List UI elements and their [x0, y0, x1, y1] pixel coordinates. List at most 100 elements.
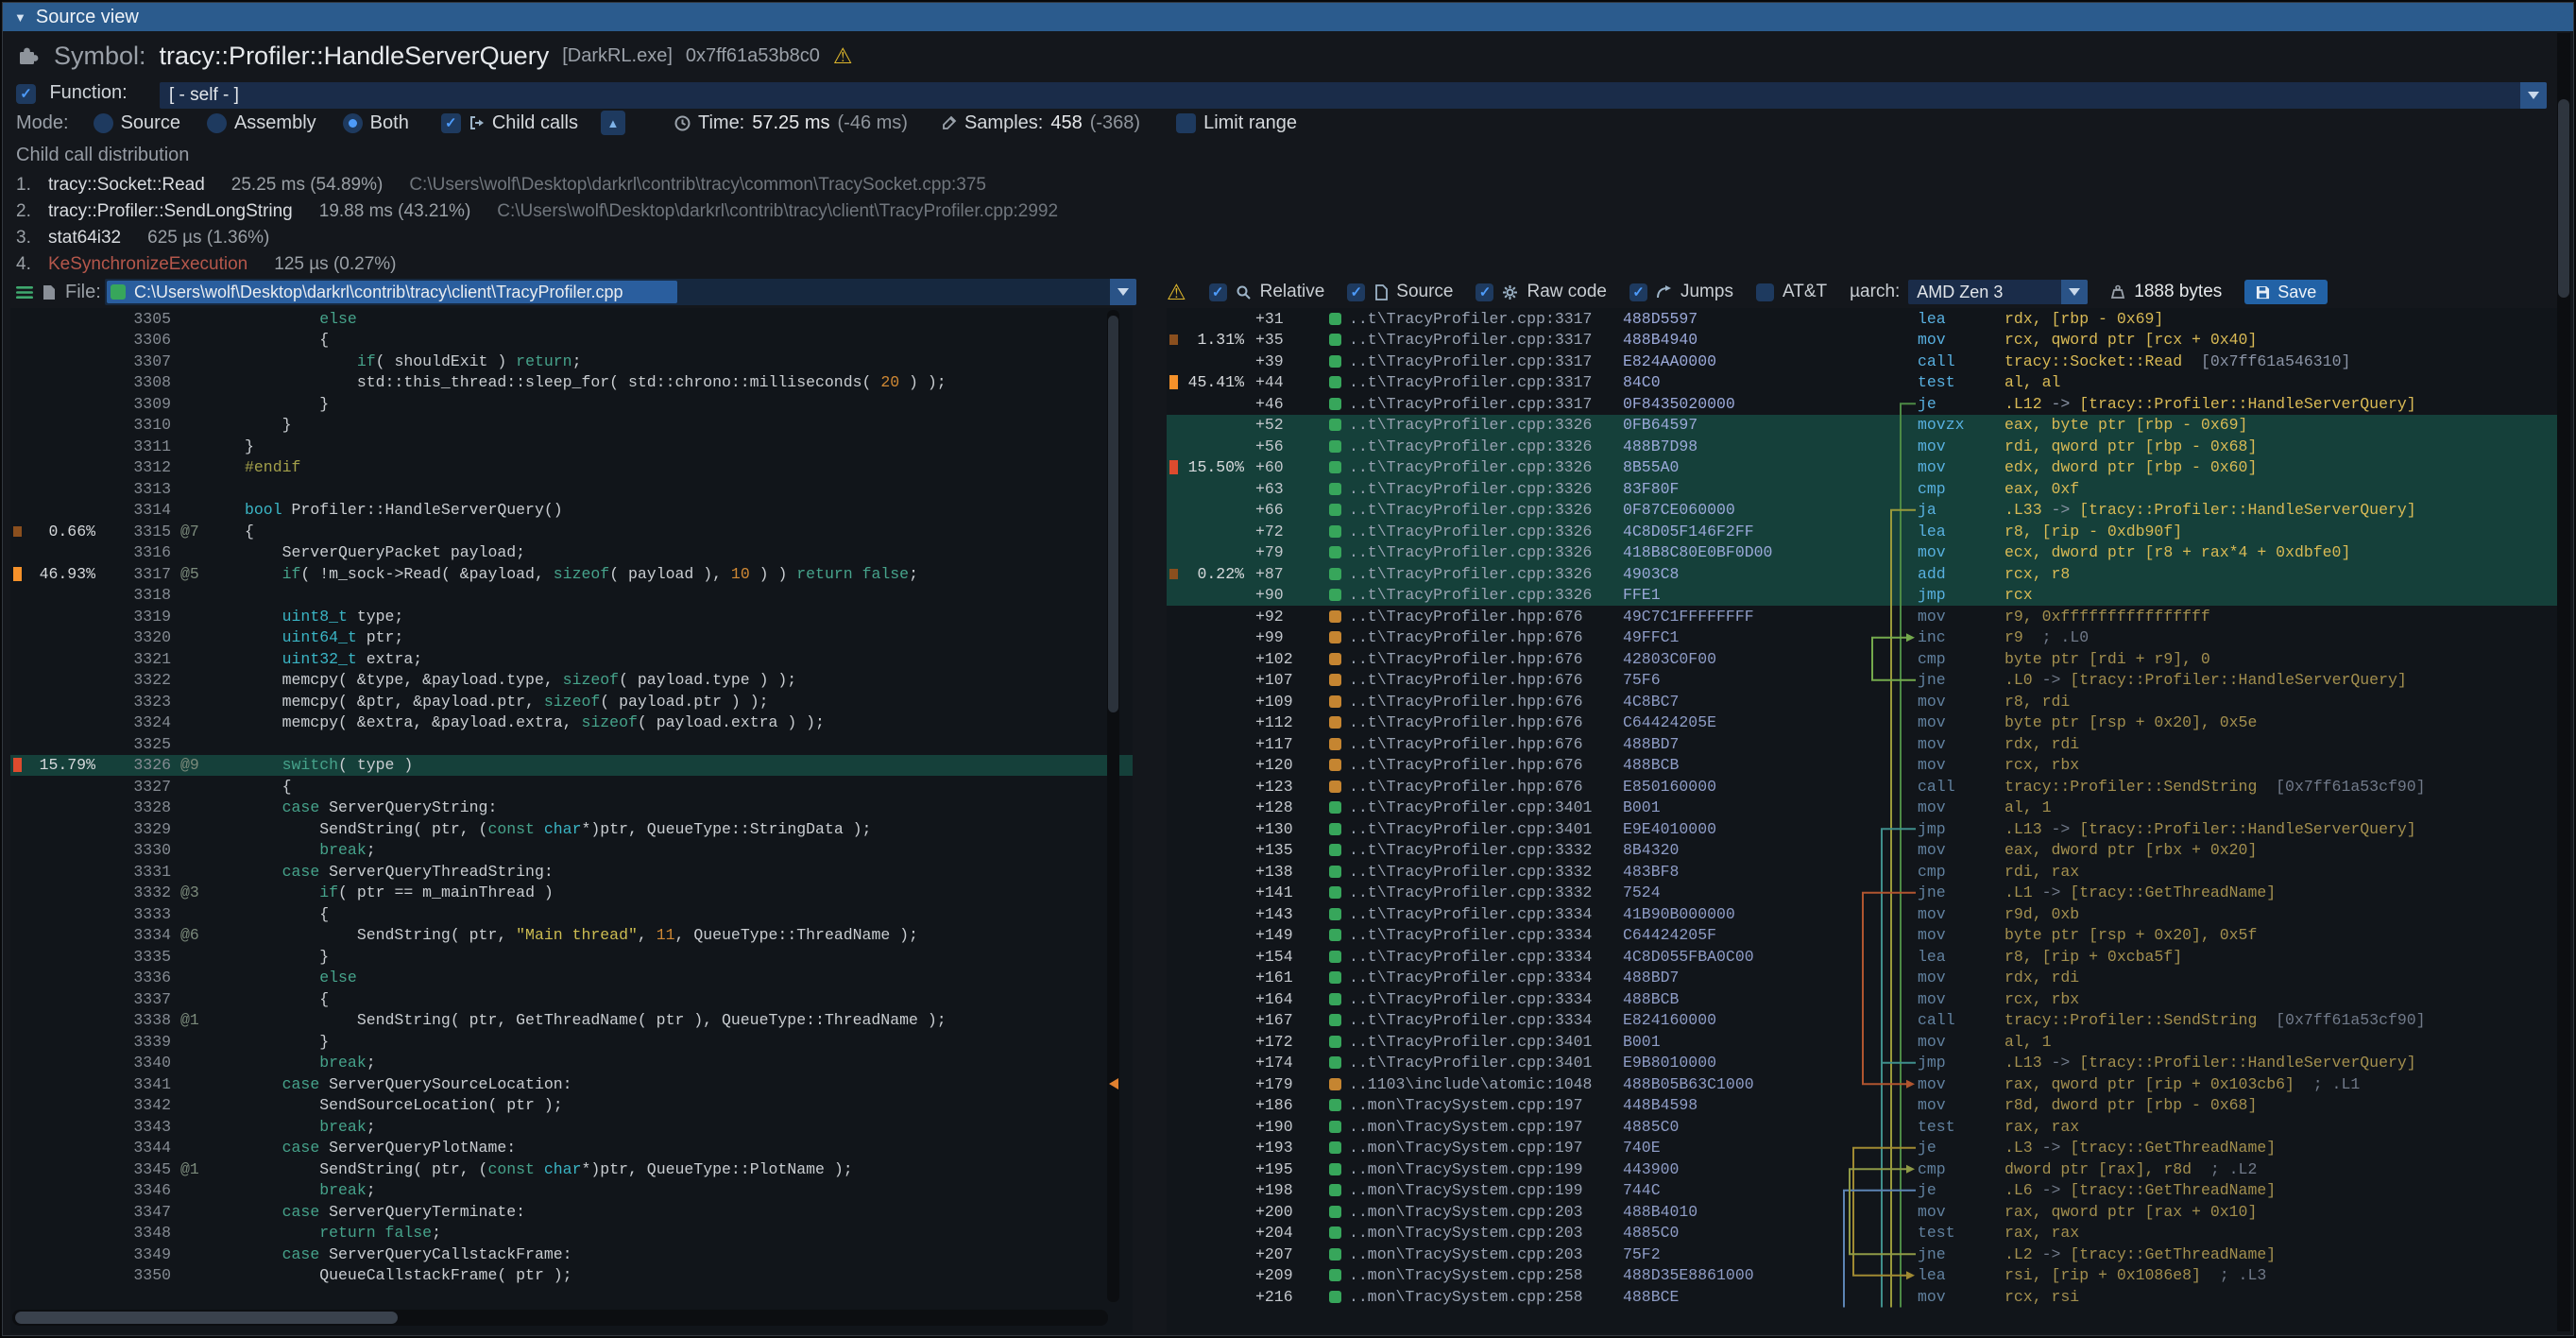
- source-line[interactable]: 3338@1 SendString( ptr, GetThreadName( p…: [10, 1010, 1133, 1032]
- source-line[interactable]: 3345@1 SendString( ptr, (const char*)ptr…: [10, 1158, 1133, 1180]
- source-vertical-scrollbar[interactable]: [1107, 310, 1119, 1302]
- window-vertical-scrollbar[interactable]: [2557, 33, 2570, 1331]
- source-line[interactable]: 3320 uint64_t ptr;: [10, 627, 1133, 649]
- asm-line[interactable]: +174..t\TracyProfiler.cpp:3401E9B8010000…: [1167, 1053, 2557, 1074]
- source-line[interactable]: 3309 }: [10, 393, 1133, 415]
- source-line[interactable]: 3343 break;: [10, 1116, 1133, 1138]
- source-line[interactable]: 3348 return false;: [10, 1223, 1133, 1244]
- asm-line[interactable]: +154..t\TracyProfiler.cpp:33344C8D055FBA…: [1167, 946, 2557, 968]
- att-syntax-checkbox[interactable]: AT&T: [1756, 282, 1827, 302]
- collapse-icon[interactable]: ▼: [14, 10, 26, 25]
- function-checkbox[interactable]: ✓: [16, 84, 36, 104]
- raw-code-checkbox[interactable]: ✓ Raw code: [1476, 282, 1607, 302]
- child-call-entry[interactable]: 3.stat64i32625 µs (1.36%): [16, 225, 1058, 251]
- mode-radio-assembly[interactable]: Assembly: [207, 112, 316, 134]
- asm-line[interactable]: +186..mon\TracySystem.cpp:197448B4598mov…: [1167, 1095, 2557, 1117]
- asm-line[interactable]: +63..t\TracyProfiler.cpp:332683F80Fcmpea…: [1167, 478, 2557, 500]
- asm-line[interactable]: +72..t\TracyProfiler.cpp:33264C8D05F146F…: [1167, 521, 2557, 542]
- asm-line[interactable]: +190..mon\TracySystem.cpp:1974885C0testr…: [1167, 1116, 2557, 1138]
- source-line[interactable]: 3340 break;: [10, 1053, 1133, 1074]
- asm-line[interactable]: +90..t\TracyProfiler.cpp:3326FFE1jmprcx: [1167, 585, 2557, 607]
- source-line[interactable]: 3307 if( shouldExit ) return;: [10, 351, 1133, 372]
- source-line[interactable]: 3333 {: [10, 903, 1133, 925]
- function-select-arrow[interactable]: [2520, 82, 2547, 109]
- asm-line[interactable]: 15.50%+60..t\TracyProfiler.cpp:33268B55A…: [1167, 457, 2557, 479]
- scrollbar-thumb[interactable]: [1108, 316, 1118, 712]
- asm-line[interactable]: +130..t\TracyProfiler.cpp:3401E9E4010000…: [1167, 818, 2557, 840]
- parent-frame-button[interactable]: ▲: [601, 111, 625, 135]
- source-line[interactable]: 3344 case ServerQueryPlotName:: [10, 1138, 1133, 1159]
- function-select[interactable]: [ - self - ]: [160, 82, 2547, 109]
- source-line[interactable]: 3331 case ServerQueryThreadString:: [10, 861, 1133, 883]
- asm-line[interactable]: +207..mon\TracySystem.cpp:20375F2jne.L2 …: [1167, 1244, 2557, 1265]
- source-line[interactable]: 3336 else: [10, 968, 1133, 989]
- file-select[interactable]: C:\Users\wolf\Desktop\darkrl\contrib\tra…: [105, 279, 1136, 305]
- source-line[interactable]: 3312#endif: [10, 457, 1133, 479]
- uarch-select-arrow[interactable]: [2061, 280, 2088, 304]
- uarch-select[interactable]: AMD Zen 3: [1908, 280, 2088, 304]
- child-call-entry[interactable]: 2.tracy::Profiler::SendLongString19.88 m…: [16, 198, 1058, 225]
- titlebar[interactable]: ▼ Source view: [3, 3, 2573, 31]
- child-calls-checkbox[interactable]: ✓ Child calls: [441, 112, 578, 134]
- source-line[interactable]: 3342 SendSourceLocation( ptr );: [10, 1095, 1133, 1117]
- source-checkbox[interactable]: ✓ Source: [1347, 282, 1453, 302]
- asm-line[interactable]: +193..mon\TracySystem.cpp:197740Eje.L3 -…: [1167, 1138, 2557, 1159]
- asm-line[interactable]: +99..t\TracyProfiler.hpp:67649FFC1incr9 …: [1167, 627, 2557, 649]
- asm-line[interactable]: +123..t\TracyProfiler.hpp:676E850160000c…: [1167, 776, 2557, 798]
- asm-line[interactable]: +204..mon\TracySystem.cpp:2034885C0testr…: [1167, 1223, 2557, 1244]
- asm-line[interactable]: +66..t\TracyProfiler.cpp:33260F87CE06000…: [1167, 500, 2557, 522]
- asm-line[interactable]: +56..t\TracyProfiler.cpp:3326488B7D98mov…: [1167, 436, 2557, 457]
- asm-line[interactable]: +79..t\TracyProfiler.cpp:3326418B8C80E0B…: [1167, 542, 2557, 564]
- asm-line[interactable]: +161..t\TracyProfiler.cpp:3334488BD7movr…: [1167, 968, 2557, 989]
- asm-line[interactable]: +107..t\TracyProfiler.hpp:67675F6jne.L0 …: [1167, 670, 2557, 692]
- asm-line[interactable]: +128..t\TracyProfiler.cpp:3401B001moval,…: [1167, 798, 2557, 819]
- source-line[interactable]: 3318: [10, 585, 1133, 607]
- source-line[interactable]: 3334@6 SendString( ptr, "Main thread", 1…: [10, 925, 1133, 947]
- source-line[interactable]: 46.93%3317@5 if( !m_sock->Read( &payload…: [10, 563, 1133, 585]
- asm-line[interactable]: +102..t\TracyProfiler.hpp:67642803C0F00c…: [1167, 648, 2557, 670]
- asm-line[interactable]: +46..t\TracyProfiler.cpp:33170F843502000…: [1167, 393, 2557, 415]
- asm-line[interactable]: +200..mon\TracySystem.cpp:203488B4010mov…: [1167, 1201, 2557, 1223]
- asm-line[interactable]: +164..t\TracyProfiler.cpp:3334488BCBmovr…: [1167, 988, 2557, 1010]
- source-line[interactable]: 3324 memcpy( &extra, &payload.extra, siz…: [10, 712, 1133, 734]
- source-line[interactable]: 3341 case ServerQuerySourceLocation:: [10, 1073, 1133, 1095]
- asm-line[interactable]: +143..t\TracyProfiler.cpp:333441B90B0000…: [1167, 903, 2557, 925]
- asm-line[interactable]: +149..t\TracyProfiler.cpp:3334C64424205F…: [1167, 925, 2557, 947]
- file-select-arrow[interactable]: [1110, 279, 1136, 305]
- asm-line[interactable]: +39..t\TracyProfiler.cpp:3317E824AA0000c…: [1167, 351, 2557, 372]
- jumps-checkbox[interactable]: ✓ Jumps: [1629, 282, 1733, 302]
- asm-line[interactable]: +179..1103\include\atomic:1048488B05B63C…: [1167, 1073, 2557, 1095]
- source-line[interactable]: 3314bool Profiler::HandleServerQuery(): [10, 500, 1133, 522]
- asm-line[interactable]: +209..mon\TracySystem.cpp:258488D35E8861…: [1167, 1265, 2557, 1287]
- asm-line[interactable]: +135..t\TracyProfiler.cpp:33328B4320move…: [1167, 840, 2557, 862]
- mode-radio-source[interactable]: Source: [94, 112, 180, 134]
- source-line[interactable]: 3305 else: [10, 308, 1133, 330]
- source-line[interactable]: 3330 break;: [10, 840, 1133, 862]
- asm-line[interactable]: +120..t\TracyProfiler.hpp:676488BCBmovrc…: [1167, 755, 2557, 777]
- source-line[interactable]: 3329 SendString( ptr, (const char*)ptr, …: [10, 818, 1133, 840]
- asm-line[interactable]: +112..t\TracyProfiler.hpp:676C64424205Em…: [1167, 712, 2557, 734]
- source-line[interactable]: 3332@3 if( ptr == m_mainThread ): [10, 883, 1133, 904]
- asm-line[interactable]: 0.22%+87..t\TracyProfiler.cpp:33264903C8…: [1167, 563, 2557, 585]
- source-line[interactable]: 3337 {: [10, 988, 1133, 1010]
- save-button[interactable]: Save: [2244, 280, 2328, 304]
- asm-line[interactable]: +92..t\TracyProfiler.hpp:67649C7C1FFFFFF…: [1167, 606, 2557, 627]
- file-list-icon[interactable]: [16, 285, 33, 300]
- asm-line[interactable]: +52..t\TracyProfiler.cpp:33260FB64597mov…: [1167, 415, 2557, 437]
- source-line[interactable]: 3308 std::this_thread::sleep_for( std::c…: [10, 372, 1133, 394]
- source-line[interactable]: 3328 case ServerQueryString:: [10, 798, 1133, 819]
- source-line[interactable]: 3306 {: [10, 330, 1133, 352]
- asm-line[interactable]: +167..t\TracyProfiler.cpp:3334E824160000…: [1167, 1010, 2557, 1032]
- source-line[interactable]: 3323 memcpy( &ptr, &payload.ptr, sizeof(…: [10, 691, 1133, 712]
- asm-line[interactable]: +109..t\TracyProfiler.hpp:6764C8BC7movr8…: [1167, 691, 2557, 712]
- source-line[interactable]: 3313: [10, 478, 1133, 500]
- child-call-entry[interactable]: 1.tracy::Socket::Read25.25 ms (54.89%)C:…: [16, 172, 1058, 198]
- source-line[interactable]: 3327 {: [10, 776, 1133, 798]
- source-line[interactable]: 3321 uint32_t extra;: [10, 648, 1133, 670]
- relative-checkbox[interactable]: ✓ Relative: [1209, 282, 1325, 302]
- source-line[interactable]: 3322 memcpy( &type, &payload.type, sizeo…: [10, 670, 1133, 692]
- source-line[interactable]: 3310 }: [10, 415, 1133, 437]
- scrollbar-thumb[interactable]: [2558, 99, 2569, 298]
- asm-line[interactable]: +141..t\TracyProfiler.cpp:33327524jne.L1…: [1167, 883, 2557, 904]
- source-line[interactable]: 3335 }: [10, 946, 1133, 968]
